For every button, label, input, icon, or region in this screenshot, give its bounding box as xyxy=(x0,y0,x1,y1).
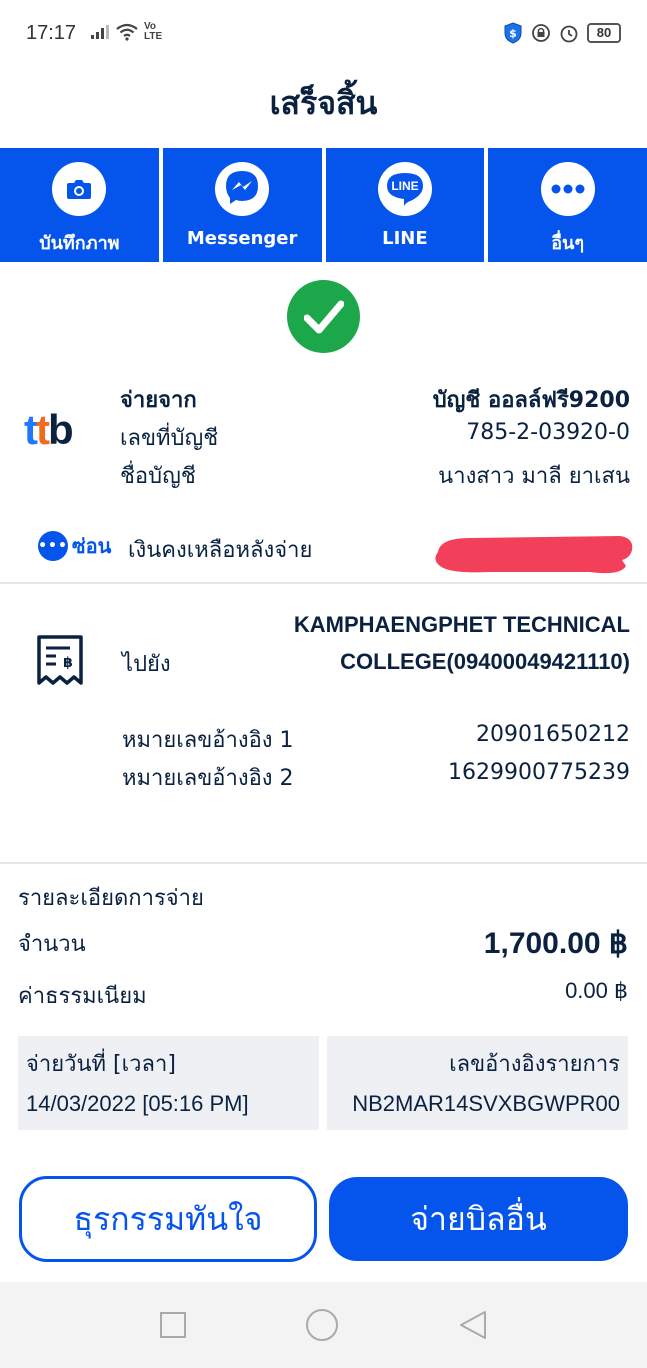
payment-details-title: รายละเอียดการจ่าย xyxy=(18,886,204,911)
share-line-button[interactable]: LINE LINE xyxy=(325,148,485,262)
share-messenger-button[interactable]: Messenger xyxy=(162,148,322,262)
share-icon-circle xyxy=(215,162,270,216)
pay-from-row: จ่ายจาก บัญชี ออลล์ฟรี9200 xyxy=(120,382,630,417)
to-label: ไปยัง xyxy=(122,652,171,677)
ref1-label: หมายเลขอ้างอิง 1 xyxy=(122,728,294,753)
account-name-value: นางสาว มาลี ยาเสน xyxy=(438,464,630,489)
page-title: เสร็จสิ้น xyxy=(269,84,378,122)
camera-icon xyxy=(67,180,92,199)
more-dots-icon: ••• xyxy=(38,531,68,561)
fee-value: 0.00 ฿ xyxy=(565,978,628,1003)
amount-value: 1,700.00 ฿ xyxy=(483,927,628,960)
transaction-ref-label: เลขอ้างอิงรายการ xyxy=(449,1052,620,1077)
wifi-icon xyxy=(116,23,138,41)
share-bar: บันทึกภาพ Messenger LINE LINE อื่นๆ xyxy=(0,148,647,262)
status-bar: 17:17 Vo LTE $ 80 xyxy=(0,0,647,66)
account-number-value: 785-2-03920-0 xyxy=(466,420,630,445)
payment-date-box: จ่ายวันที่ [เวลา] 14/03/2022 [05:16 PM] xyxy=(18,1036,319,1130)
balance-after-payment-label: เงินคงเหลือหลังจ่าย xyxy=(128,538,313,563)
pay-from-label: จ่ายจาก xyxy=(120,388,197,413)
pay-other-bill-button[interactable]: จ่ายบิลอื่น xyxy=(329,1177,628,1261)
redaction-mark xyxy=(435,536,633,574)
status-time: 17:17 xyxy=(26,22,77,44)
section-divider xyxy=(0,862,647,864)
share-save-image-label: บันทึกภาพ xyxy=(39,233,120,254)
to-value: KAMPHAENGPHET TECHNICAL COLLEGE(09400049… xyxy=(293,612,630,674)
account-number-label: เลขที่บัญชี xyxy=(120,426,219,451)
battery-indicator: 80 xyxy=(587,23,621,43)
share-icon-circle: LINE xyxy=(377,162,432,216)
quick-transaction-button[interactable]: ธุรกรรมทันใจ xyxy=(19,1176,317,1262)
system-nav-bar xyxy=(0,1282,647,1368)
svg-text:฿: ฿ xyxy=(63,655,73,671)
ref2-label: หมายเลขอ้างอิง 2 xyxy=(122,766,294,791)
account-name-row: ชื่อบัญชี นางสาว มาลี ยาเสน xyxy=(120,458,630,493)
pay-from-value: บัญชี ออลล์ฟรี9200 xyxy=(432,388,630,413)
amount-label: จำนวน xyxy=(18,932,86,957)
share-save-image-button[interactable]: บันทึกภาพ xyxy=(0,148,159,262)
recents-square-icon[interactable] xyxy=(159,1311,187,1339)
alarm-icon xyxy=(560,25,578,43)
account-number-row: เลขที่บัญชี 785-2-03920-0 xyxy=(120,420,630,455)
back-triangle-icon[interactable] xyxy=(458,1310,488,1340)
receipt-icon: ฿ xyxy=(37,635,83,685)
line-icon: LINE xyxy=(386,173,423,206)
lock-rotation-icon xyxy=(532,24,550,42)
success-check-icon xyxy=(287,280,360,353)
share-line-label: LINE xyxy=(382,228,428,249)
amount-row: จำนวน 1,700.00 ฿ xyxy=(18,926,628,961)
account-name-label: ชื่อบัญชี xyxy=(120,464,196,489)
svg-text:LINE: LINE xyxy=(391,179,418,193)
fee-label: ค่าธรรมเนียม xyxy=(18,984,147,1009)
payment-date-label: จ่ายวันที่ [เวลา] xyxy=(26,1052,176,1077)
payment-date-value: 14/03/2022 [05:16 PM] xyxy=(26,1091,249,1116)
status-right-icons: $ 80 xyxy=(503,22,621,44)
ref1-row: หมายเลขอ้างอิง 1 20901650212 xyxy=(122,722,630,757)
messenger-icon xyxy=(226,171,259,204)
signal-icon xyxy=(91,25,109,39)
ref1-value: 20901650212 xyxy=(476,722,630,747)
more-icon xyxy=(551,184,585,194)
share-messenger-label: Messenger xyxy=(186,228,298,249)
fee-row: ค่าธรรมเนียม 0.00 ฿ xyxy=(18,978,628,1013)
share-more-button[interactable]: อื่นๆ xyxy=(488,148,647,262)
transaction-ref-box: เลขอ้างอิงรายการ NB2MAR14SVXBGWPR00 xyxy=(327,1036,628,1130)
shield-dollar-icon: $ xyxy=(504,22,522,44)
ref2-value: 1629900775239 xyxy=(448,760,630,785)
hide-label: ซ่อน xyxy=(72,534,112,558)
share-more-label: อื่นๆ xyxy=(551,233,585,254)
ref2-row: หมายเลขอ้างอิง 2 1629900775239 xyxy=(122,760,630,795)
home-circle-icon[interactable] xyxy=(305,1308,339,1342)
hide-balance-toggle[interactable]: ••• ซ่อน xyxy=(38,530,111,562)
share-icon-circle xyxy=(540,162,595,216)
checkmark-icon xyxy=(303,300,344,333)
volte-icon: Vo LTE xyxy=(144,21,163,42)
transaction-ref-value: NB2MAR14SVXBGWPR00 xyxy=(352,1091,620,1116)
status-left-icons: Vo LTE xyxy=(90,22,162,42)
share-icon-circle xyxy=(52,162,107,216)
svg-text:$: $ xyxy=(509,27,517,40)
section-divider xyxy=(0,582,647,584)
ttb-bank-logo: ttb xyxy=(24,406,74,453)
